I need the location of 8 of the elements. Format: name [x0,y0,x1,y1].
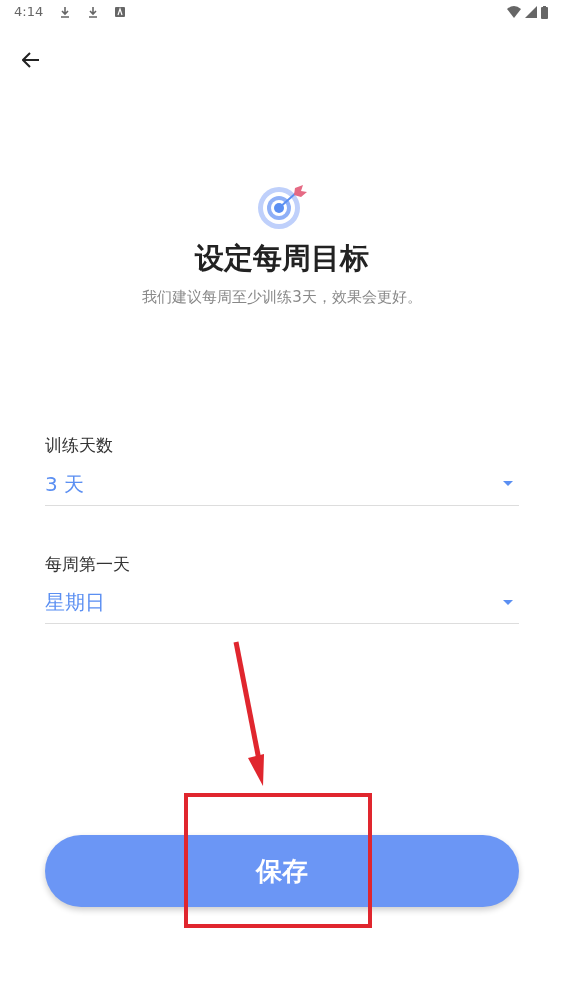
page-title: 设定每周目标 [195,240,369,277]
field-label: 训练天数 [45,434,114,458]
clock-text: 4:14 [14,3,44,22]
dropdown-field[interactable]: 3 天 [45,468,519,499]
save-button[interactable]: 保存 [45,835,519,908]
field-label: 每周第一天 [45,552,131,576]
dropdown-field[interactable]: 星期日 [45,587,519,618]
subtitle-text: 我们建议每周至少训练3天，效果会更好。 [142,286,422,308]
